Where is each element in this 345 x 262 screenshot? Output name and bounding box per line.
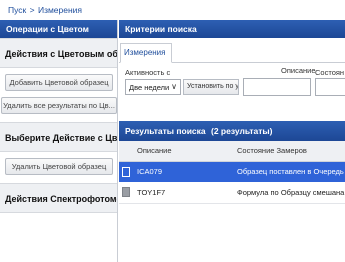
search-criteria-header: Критерии поиска <box>119 20 345 38</box>
search-filters: Активность с Две недели ∨ Установить по … <box>119 63 345 121</box>
set-default-button[interactable]: Установить по умол <box>183 79 239 95</box>
row-checkbox[interactable] <box>122 187 130 198</box>
row-checkbox-cell[interactable] <box>119 161 133 182</box>
row-status: Образец поставлен в Очередь <box>233 161 345 182</box>
activity-period-value: Две недели <box>129 83 170 92</box>
status-input[interactable] <box>315 78 345 96</box>
chevron-down-icon: ∨ <box>171 82 177 91</box>
table-row[interactable]: ICA079 Образец поставлен в Очередь <box>119 161 345 182</box>
breadcrumb-root-link[interactable]: Пуск <box>8 5 26 15</box>
activity-label: Активность с <box>125 68 171 77</box>
activity-period-select[interactable]: Две недели ∨ <box>125 79 181 95</box>
color-operations-header: Операции с Цветом <box>0 20 117 38</box>
breadcrumb: Пуск > Измерения <box>0 0 345 20</box>
search-panel: Критерии поиска Измерения Активность с Д… <box>119 20 345 262</box>
description-label: Описание <box>281 66 316 75</box>
breadcrumb-current[interactable]: Измерения <box>38 5 82 15</box>
row-checkbox-cell[interactable] <box>119 182 133 204</box>
color-operations-panel: Операции с Цветом Действия с Цветовым об… <box>0 20 118 262</box>
row-status: Формула по Образцу смешана <box>233 182 345 204</box>
delete-all-results-button[interactable]: Удалить все результаты по Цв... <box>1 97 117 114</box>
search-tabs: Измерения <box>119 38 345 63</box>
description-input[interactable] <box>243 78 311 96</box>
search-results-count: (2 результаты) <box>211 126 273 136</box>
color-sample-actions-title: Действия с Цветовым образ <box>0 38 117 68</box>
select-color-action-title: Выберите Действие с Цвето <box>0 122 117 152</box>
search-results-title: Результаты поиска <box>125 126 206 136</box>
row-description: ICA079 <box>133 161 233 182</box>
row-checkbox[interactable] <box>122 166 130 177</box>
row-description: TOY1F7 <box>133 182 233 204</box>
spectrophotometer-actions-title: Действия Спектрофотометр <box>0 183 117 213</box>
add-color-sample-button[interactable]: Добавить Цветовой образец <box>5 74 113 91</box>
search-results-header: Результаты поиска (2 результаты) <box>119 121 345 141</box>
delete-color-sample-button[interactable]: Удалить Цветовой образец <box>5 158 113 175</box>
tab-measurements[interactable]: Измерения <box>120 43 173 63</box>
results-table: Описание Состояние Замеров ICA079 Образе… <box>119 141 345 204</box>
select-column-header <box>119 141 133 162</box>
description-column-header[interactable]: Описание <box>133 141 233 162</box>
status-column-header[interactable]: Состояние Замеров <box>233 141 345 162</box>
status-label: Состоян <box>315 68 345 77</box>
breadcrumb-separator: > <box>29 5 35 15</box>
results-table-header: Описание Состояние Замеров <box>119 141 345 162</box>
table-row[interactable]: TOY1F7 Формула по Образцу смешана <box>119 182 345 204</box>
